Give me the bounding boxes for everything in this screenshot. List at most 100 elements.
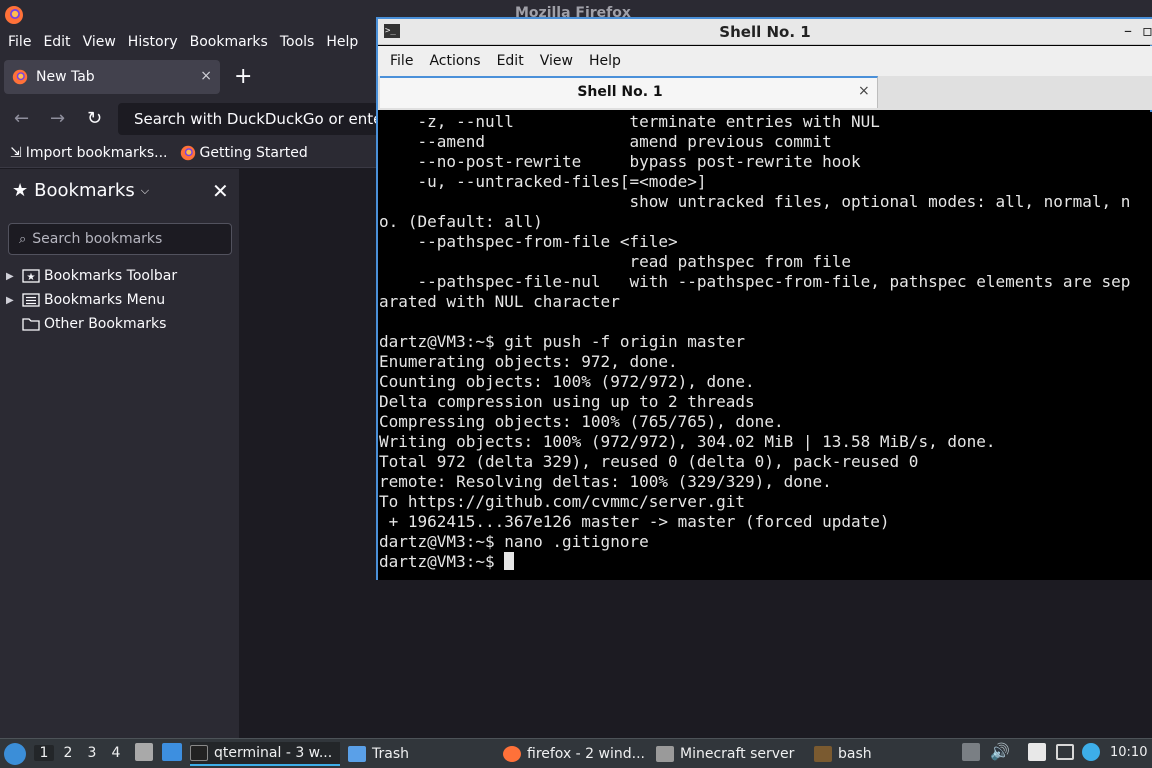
new-tab-button[interactable]: + bbox=[234, 66, 252, 88]
task-label: bash bbox=[838, 746, 872, 762]
import-bookmarks-label: Import bookmarks... bbox=[25, 144, 168, 161]
terminal-line: --pathspec-file-nul with --pathspec-from… bbox=[379, 272, 1131, 291]
terminal-line: To https://github.com/cvmmc/server.git bbox=[379, 492, 746, 511]
notification-icon[interactable] bbox=[1082, 743, 1100, 761]
terminal-tab-close-icon[interactable]: × bbox=[858, 83, 870, 99]
getting-started-link[interactable]: Getting Started bbox=[180, 145, 308, 161]
task-minecraft-server[interactable]: Minecraft server bbox=[656, 742, 806, 766]
bookmarks-menu-icon bbox=[22, 293, 40, 307]
terminal-line: + 1962415...367e126 master -> master (fo… bbox=[379, 512, 890, 531]
expand-arrow-icon[interactable]: ▶ bbox=[6, 271, 18, 282]
folder-icon bbox=[22, 318, 40, 331]
terminal-line: arated with NUL character bbox=[379, 292, 620, 311]
taskbar: 1 2 3 4 qterminal - 3 w... Trash firefox… bbox=[0, 738, 1152, 768]
ff-menu-help[interactable]: Help bbox=[320, 34, 364, 50]
terminal-line: Total 972 (delta 329), reused 0 (delta 0… bbox=[379, 452, 919, 471]
start-menu-icon[interactable] bbox=[4, 743, 26, 765]
terminal-line: dartz@VM3:~$ nano .gitignore bbox=[379, 532, 649, 551]
sidebar-close-icon[interactable]: ✕ bbox=[212, 179, 229, 203]
sidebar-item-bookmarks-toolbar[interactable]: ▶ ★ Bookmarks Toolbar bbox=[6, 265, 177, 287]
terminal-line: --amend amend previous commit bbox=[379, 132, 832, 151]
terminal-line: remote: Resolving deltas: 100% (329/329)… bbox=[379, 472, 832, 491]
upload-tray-icon[interactable] bbox=[962, 743, 980, 761]
task-label: Minecraft server bbox=[680, 746, 795, 762]
tab-close-icon[interactable]: × bbox=[200, 68, 212, 84]
tab-label: New Tab bbox=[36, 69, 95, 85]
star-icon: ★ bbox=[12, 180, 29, 201]
firefox-icon bbox=[180, 145, 195, 160]
firefox-icon bbox=[5, 6, 23, 24]
search-bookmarks-placeholder: Search bookmarks bbox=[32, 231, 163, 247]
show-desktop-icon[interactable] bbox=[162, 743, 182, 761]
forward-arrow-icon[interactable]: → bbox=[50, 108, 65, 129]
terminal-line: o. (Default: all) bbox=[379, 212, 543, 231]
back-arrow-icon[interactable]: ← bbox=[14, 108, 29, 129]
terminal-menubar: File Actions Edit View Help bbox=[378, 46, 1152, 76]
terminal-titlebar[interactable]: >_ Shell No. 1 – ▫ bbox=[378, 19, 1152, 45]
terminal-window-title: Shell No. 1 bbox=[719, 23, 811, 41]
sidebar-switcher[interactable]: ★ Bookmarks ⌵ bbox=[12, 180, 149, 201]
ff-menu-history[interactable]: History bbox=[122, 34, 184, 50]
task-qterminal[interactable]: qterminal - 3 w... bbox=[190, 742, 340, 766]
task-label: firefox - 2 wind... bbox=[527, 746, 645, 762]
volume-icon[interactable]: 🔊 bbox=[990, 742, 1010, 761]
ff-menu-edit[interactable]: Edit bbox=[37, 34, 76, 50]
reload-icon[interactable]: ↻ bbox=[87, 108, 102, 129]
terminal-line: Delta compression using up to 2 threads bbox=[379, 392, 755, 411]
expand-arrow-icon[interactable]: ▶ bbox=[6, 295, 18, 306]
term-menu-actions[interactable]: Actions bbox=[421, 53, 488, 69]
terminal-prompt: dartz@VM3:~$ bbox=[379, 552, 505, 571]
terminal-output: -z, --null terminate entries with NUL --… bbox=[379, 112, 1130, 572]
task-firefox[interactable]: firefox - 2 wind... bbox=[503, 742, 648, 766]
network-icon[interactable] bbox=[1056, 744, 1074, 760]
import-icon: ⇲ bbox=[10, 144, 22, 161]
terminal-screen[interactable]: -z, --null terminate entries with NUL --… bbox=[378, 112, 1152, 580]
clock[interactable]: 10:10 bbox=[1110, 745, 1147, 760]
firefox-tabbar: New Tab × + bbox=[0, 54, 376, 100]
term-menu-help[interactable]: Help bbox=[581, 53, 629, 69]
minimize-icon[interactable]: – bbox=[1124, 21, 1132, 40]
terminal-line: --no-post-rewrite bypass post-rewrite ho… bbox=[379, 152, 861, 171]
file-manager-icon[interactable] bbox=[135, 743, 153, 761]
terminal-window: >_ Shell No. 1 – ▫ File Actions Edit Vie… bbox=[376, 17, 1152, 580]
task-trash[interactable]: Trash bbox=[348, 742, 468, 766]
ff-menu-file[interactable]: File bbox=[2, 34, 37, 50]
terminal-tab-label: Shell No. 1 bbox=[577, 84, 663, 100]
getting-started-label: Getting Started bbox=[199, 144, 308, 161]
trash-folder-icon bbox=[348, 746, 366, 762]
terminal-line: show untracked files, optional modes: al… bbox=[379, 192, 1131, 211]
sidebar-item-label: Bookmarks Toolbar bbox=[44, 268, 178, 284]
sidebar-item-other-bookmarks[interactable]: Other Bookmarks bbox=[6, 313, 166, 335]
ff-menu-bookmarks[interactable]: Bookmarks bbox=[184, 34, 274, 50]
import-bookmarks-link[interactable]: ⇲ Import bookmarks... bbox=[10, 145, 168, 161]
term-menu-file[interactable]: File bbox=[382, 53, 421, 69]
search-bookmarks-input[interactable]: ⌕ Search bookmarks bbox=[8, 223, 232, 255]
clipboard-icon[interactable] bbox=[1028, 743, 1046, 761]
terminal-line: Compressing objects: 100% (765/765), don… bbox=[379, 412, 784, 431]
search-icon: ⌕ bbox=[19, 231, 27, 247]
tab-new-tab[interactable]: New Tab × bbox=[4, 60, 220, 94]
task-bash[interactable]: bash bbox=[814, 742, 884, 766]
term-menu-view[interactable]: View bbox=[532, 53, 581, 69]
sidebar-title: Bookmarks bbox=[34, 180, 135, 201]
bookmarks-toolbar: ⇲ Import bookmarks... Getting Started bbox=[0, 138, 376, 168]
workspace-2[interactable]: 2 bbox=[58, 745, 78, 761]
url-bar[interactable]: Search with DuckDuckGo or enter address bbox=[118, 103, 376, 135]
workspace-3[interactable]: 3 bbox=[82, 745, 102, 761]
sidebar-item-label: Other Bookmarks bbox=[44, 316, 167, 332]
terminal-icon bbox=[190, 745, 208, 761]
workspace-1[interactable]: 1 bbox=[34, 745, 54, 761]
terminal-line: read pathspec from file bbox=[379, 252, 852, 271]
ff-menu-tools[interactable]: Tools bbox=[274, 34, 321, 50]
ff-menu-view[interactable]: View bbox=[77, 34, 122, 50]
sidebar-item-bookmarks-menu[interactable]: ▶ Bookmarks Menu bbox=[6, 289, 165, 311]
terminal-line: --pathspec-from-file <file> bbox=[379, 232, 678, 251]
terminal-line: Writing objects: 100% (972/972), 304.02 … bbox=[379, 432, 996, 451]
tab-shell-no-1[interactable]: Shell No. 1 × bbox=[380, 76, 878, 108]
workspace-4[interactable]: 4 bbox=[106, 745, 126, 761]
bookmarks-toolbar-icon: ★ bbox=[22, 269, 40, 283]
bash-icon bbox=[814, 746, 832, 762]
maximize-icon[interactable]: ▫ bbox=[1142, 21, 1152, 40]
term-menu-edit[interactable]: Edit bbox=[489, 53, 532, 69]
